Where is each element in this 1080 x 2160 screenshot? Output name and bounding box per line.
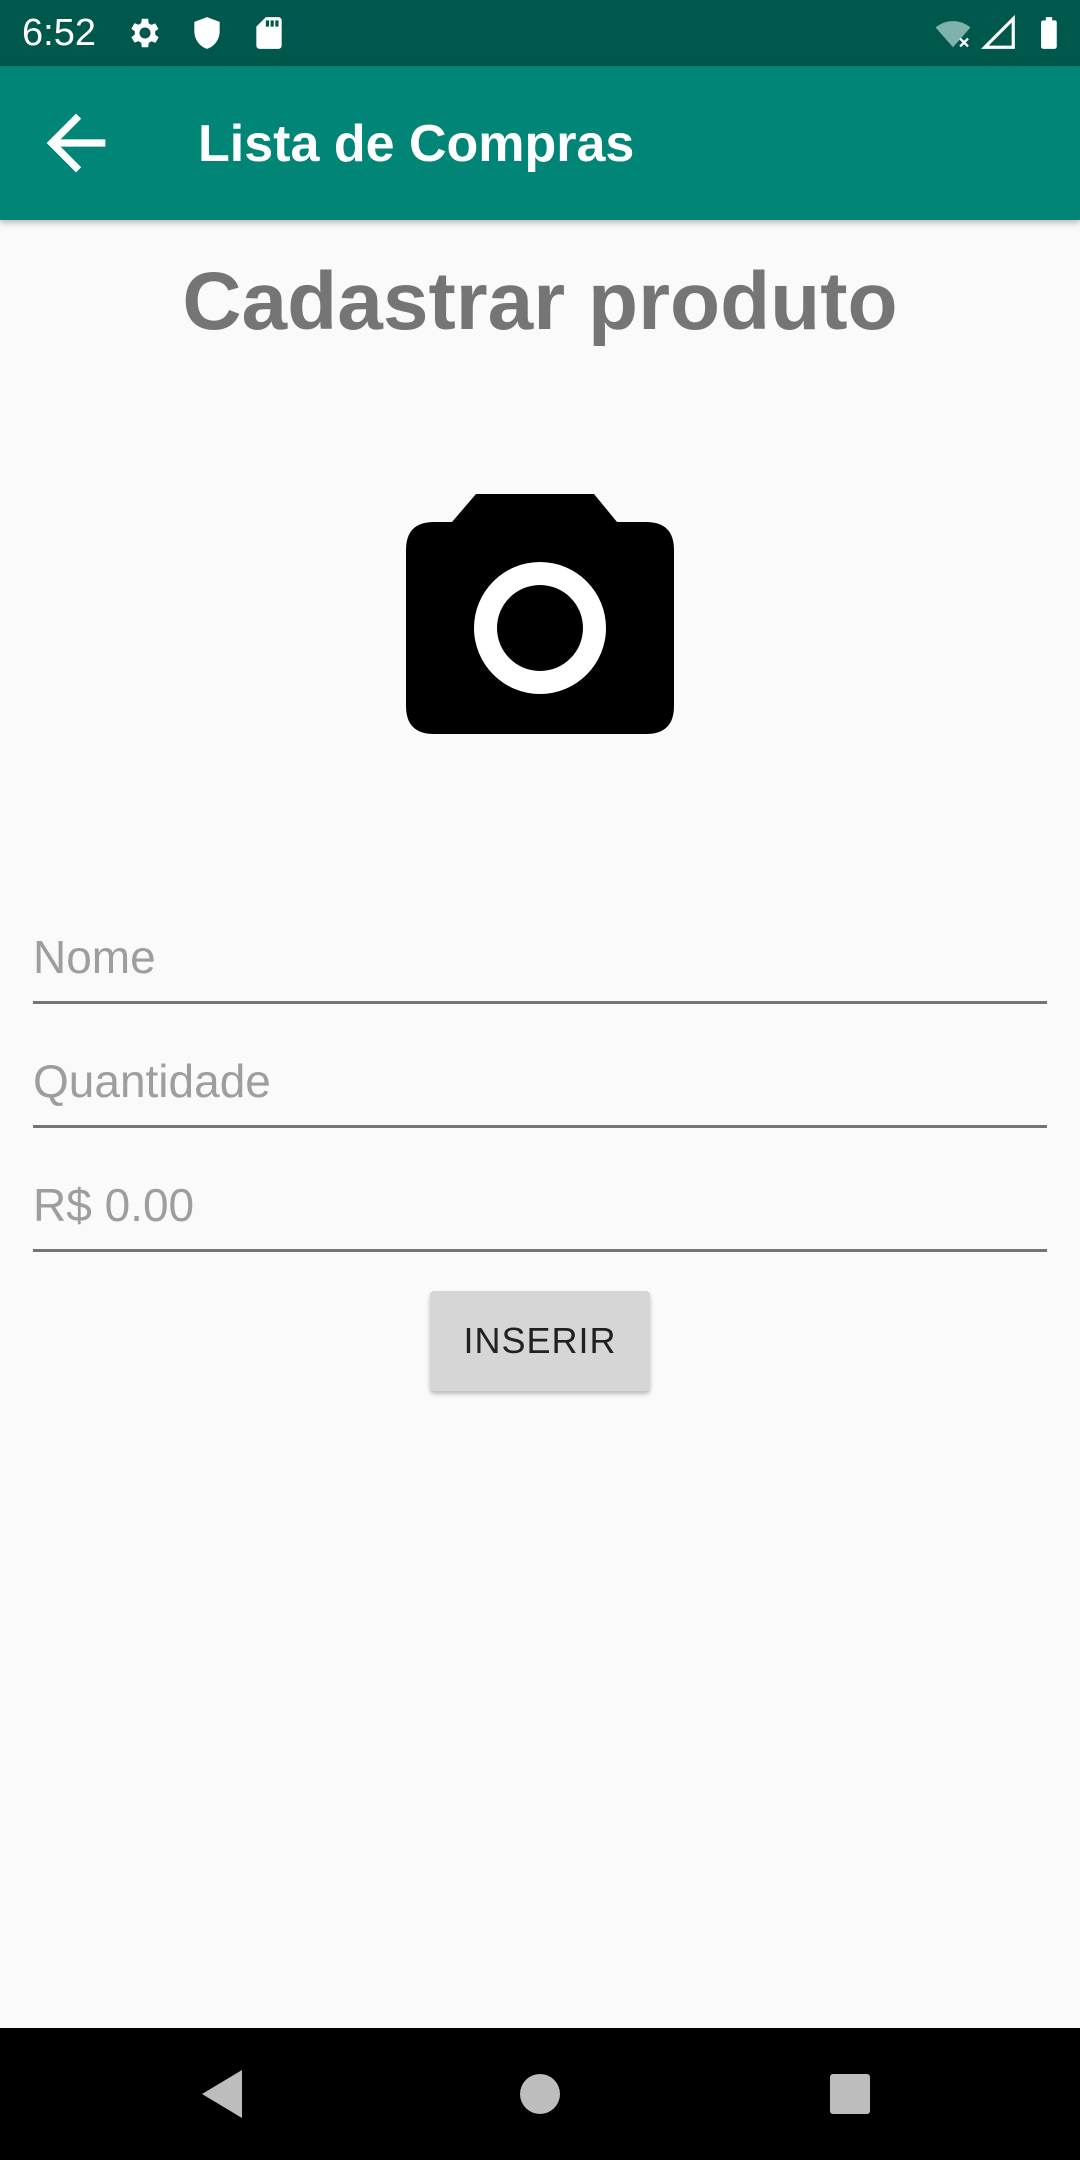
preco-input[interactable]	[33, 1160, 1047, 1252]
nome-input[interactable]	[33, 912, 1047, 1004]
app-bar: Lista de Compras	[0, 66, 1080, 220]
page-title: Cadastrar produto	[182, 256, 898, 347]
home-circle-icon[interactable]	[512, 2066, 568, 2122]
status-time: 6:52	[22, 12, 96, 54]
app-title: Lista de Compras	[198, 115, 635, 173]
battery-icon	[1041, 17, 1057, 49]
screen: 6:52 Lista de Compras Cadastrar produto	[0, 0, 1080, 2160]
sd-card-icon	[256, 17, 282, 49]
nav-bar	[0, 2028, 1080, 2160]
wifi-off-icon	[935, 21, 971, 48]
quantidade-input[interactable]	[33, 1036, 1047, 1128]
gear-icon	[131, 18, 159, 48]
status-bar: 6:52	[0, 0, 1080, 66]
recents-square-icon[interactable]	[822, 2066, 878, 2122]
insert-button[interactable]: INSERIR	[430, 1291, 650, 1391]
back-triangle-icon[interactable]	[198, 2066, 254, 2122]
shield-icon	[194, 17, 220, 49]
arrow-back-icon[interactable]	[32, 99, 120, 187]
signal-icon	[980, 14, 1015, 49]
camera-icon[interactable]	[406, 494, 674, 734]
